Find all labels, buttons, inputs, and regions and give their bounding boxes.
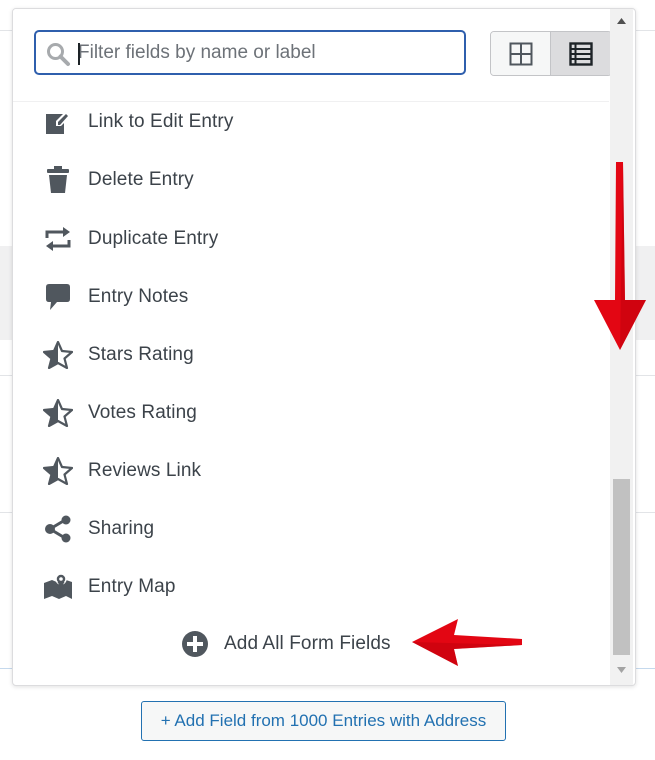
field-item-sharing[interactable]: Sharing [43,509,583,549]
text-caret [78,43,80,65]
field-label: Delete Entry [88,169,194,190]
field-item-delete-entry[interactable]: Delete Entry [43,160,583,200]
field-label: Entry Notes [88,286,189,307]
scrollbar-thumb[interactable] [613,479,630,655]
field-label: Sharing [88,518,155,539]
grid-view-button[interactable] [491,32,552,75]
half-star-icon [43,456,73,486]
speech-bubble-icon [43,282,73,312]
duplicate-icon [43,224,73,254]
scroll-down-arrow-icon[interactable] [615,663,628,676]
plus-circle-icon [180,629,210,659]
field-label: Link to Edit Entry [88,111,234,132]
scrollbar[interactable] [610,9,633,685]
field-picker-popover: Link to Edit Entry Delete Entry Duplicat… [12,8,636,686]
field-item-reviews-link[interactable]: Reviews Link [43,451,583,491]
share-icon [43,514,73,544]
add-all-form-fields-button[interactable]: Add All Form Fields [180,626,391,662]
field-label: Entry Map [88,576,176,597]
field-item-entry-map[interactable]: Entry Map [43,567,583,607]
field-item-entry-notes[interactable]: Entry Notes [43,277,583,317]
half-star-icon [43,340,73,370]
field-picker-header [13,9,612,102]
scroll-up-arrow-icon[interactable] [615,15,628,28]
add-all-label: Add All Form Fields [224,633,391,654]
view-toggle [490,31,612,76]
add-field-from-form-button[interactable]: + Add Field from 1000 Entries with Addre… [141,701,506,741]
field-label: Duplicate Entry [88,228,219,249]
field-item-link-to-edit-entry[interactable]: Link to Edit Entry [43,102,583,142]
search-box[interactable] [34,30,466,75]
field-label: Votes Rating [88,402,197,423]
field-label: Stars Rating [88,344,194,365]
trash-icon [43,165,73,195]
grid-icon [509,42,532,65]
field-label: Reviews Link [88,460,202,481]
search-input[interactable] [78,39,458,67]
list-view-button[interactable] [551,32,611,75]
edit-icon [43,107,73,137]
search-icon [47,43,70,66]
field-item-votes-rating[interactable]: Votes Rating [43,393,583,433]
list-icon [569,41,593,66]
field-item-stars-rating[interactable]: Stars Rating [43,335,583,375]
half-star-icon [43,398,73,428]
map-icon [43,572,73,602]
field-item-duplicate-entry[interactable]: Duplicate Entry [43,219,583,259]
